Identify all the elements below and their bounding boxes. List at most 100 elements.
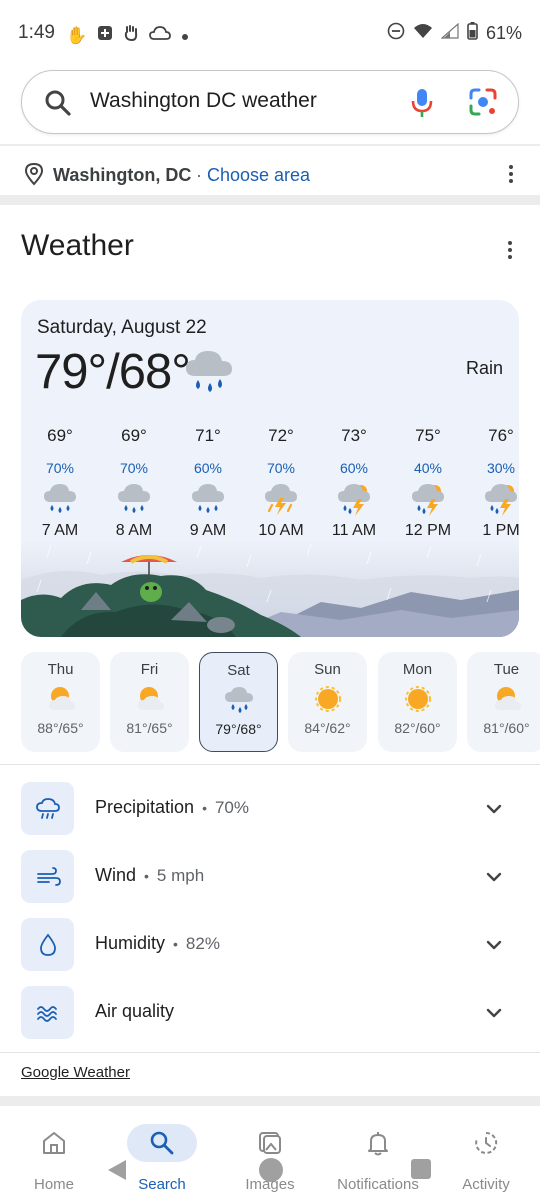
hour-time: 1 PM [482, 522, 519, 539]
thunder-rain-icon [483, 482, 519, 516]
nav-label: Activity [462, 1176, 510, 1193]
chevron-down-icon[interactable] [484, 867, 504, 892]
forecast-date: Saturday, August 22 [37, 317, 207, 338]
search-bar[interactable]: Washington DC weather [21, 70, 519, 134]
hour-forecast[interactable]: 75° 40% 12 PM [391, 426, 465, 540]
divider [0, 764, 540, 765]
hour-time: 8 AM [115, 522, 153, 539]
location-more-icon[interactable] [499, 162, 523, 186]
hour-forecast[interactable]: 71° 60% 9 AM [171, 426, 245, 540]
droplet-icon [21, 918, 74, 971]
status-bar: 1:49 ✋ 61% [0, 0, 540, 64]
cloud-icon [149, 25, 172, 46]
hand-icon: ✋ [66, 25, 88, 45]
rain-icon [190, 482, 226, 516]
wifi-icon [413, 23, 433, 44]
status-time: 1:49 [18, 22, 55, 43]
lens-icon[interactable] [468, 87, 498, 122]
day-forecast-tile[interactable]: Sun 84°/62° [288, 652, 367, 752]
recents-gesture-icon[interactable] [411, 1159, 431, 1179]
day-temps: 82°/60° [394, 720, 441, 736]
day-forecast-tile-selected[interactable]: Sat 79°/68° [199, 652, 278, 752]
day-forecast-tile[interactable]: Fri 81°/65° [110, 652, 189, 752]
separator-dot: • [144, 868, 149, 884]
separator-dot: · [196, 165, 202, 185]
hour-forecast[interactable]: 69° 70% 8 AM [97, 426, 171, 540]
day-name: Sat [227, 662, 250, 679]
day-name: Thu [47, 661, 74, 678]
hour-forecast[interactable]: 73° 60% 11 AM [317, 426, 391, 540]
day-temps: 81°/60° [483, 720, 530, 736]
separator-dot: • [173, 936, 178, 952]
hour-forecast[interactable]: 76° 30% 1 PM [464, 426, 519, 540]
day-temps: 84°/62° [304, 720, 351, 736]
bottom-navigation: Home Search Images Notifications Activit… [0, 1114, 540, 1200]
search-icon[interactable] [44, 89, 72, 122]
rain-icon [42, 482, 78, 516]
mic-icon[interactable] [408, 87, 436, 124]
high-low-temp: 79°/68° [35, 345, 191, 399]
hour-temp: 75° [415, 426, 441, 445]
wind-row[interactable]: Wind • 5 mph [0, 850, 540, 904]
hour-time: 9 AM [189, 522, 227, 539]
day-forecast-tile[interactable]: Thu 88°/65° [21, 652, 100, 752]
battery-icon [467, 22, 478, 45]
nav-activity[interactable]: Activity [432, 1124, 540, 1193]
air-quality-row[interactable]: Air quality [0, 986, 540, 1040]
images-icon [235, 1124, 305, 1162]
chevron-down-icon[interactable] [484, 935, 504, 960]
hour-temp: 72° [268, 426, 294, 445]
hour-temp: 76° [488, 426, 514, 445]
chevron-down-icon[interactable] [484, 799, 504, 824]
day-forecast-tile[interactable]: Mon 82°/60° [378, 652, 457, 752]
hour-forecast[interactable]: 69° 70% 7 AM [23, 426, 97, 540]
day-name: Tue [493, 661, 520, 678]
partly-sunny-icon [134, 684, 166, 714]
day-name: Mon [402, 661, 433, 678]
hour-precip: 40% [413, 460, 443, 476]
detail-label: Wind [95, 865, 137, 885]
battery-percent: 61% [485, 23, 522, 43]
nav-home[interactable]: Home [0, 1124, 108, 1193]
location-pin-icon [24, 162, 44, 191]
detail-label: Air quality [95, 1001, 175, 1021]
chevron-down-icon[interactable] [484, 1003, 504, 1028]
partly-sunny-icon [491, 684, 523, 714]
hour-forecast[interactable]: 72° 70% 10 AM [244, 426, 318, 540]
hour-precip: 30% [486, 460, 516, 476]
hour-time: 10 AM [258, 522, 304, 539]
section-divider [0, 1096, 540, 1106]
weather-card: Saturday, August 22 79°/68° Rain 69° 70%… [21, 300, 519, 637]
section-divider [0, 195, 540, 205]
thunderstorm-icon [263, 482, 299, 516]
status-right-group: 61% [387, 22, 522, 45]
notification-icons: ✋ [66, 24, 189, 47]
day-name: Sun [314, 661, 341, 678]
hour-temp: 71° [195, 426, 221, 445]
back-gesture-icon[interactable] [106, 1158, 130, 1187]
dot-icon [181, 26, 189, 46]
detail-label: Humidity [95, 933, 166, 953]
hour-precip: 70% [266, 460, 296, 476]
day-forecast-tile[interactable]: Tue 81°/60° [467, 652, 540, 752]
hour-temp: 69° [47, 426, 73, 445]
detail-value: 5 mph [156, 866, 205, 885]
detail-value: 70% [214, 798, 249, 817]
weather-title: Weather [21, 229, 134, 262]
precipitation-row[interactable]: Precipitation • 70% [0, 782, 540, 836]
separator-dot: • [202, 800, 207, 816]
home-gesture-icon[interactable] [259, 1158, 283, 1182]
hour-time: 7 AM [41, 522, 79, 539]
choose-area-link[interactable]: Choose area [207, 165, 310, 186]
detail-label: Precipitation [95, 797, 195, 817]
thunder-rain-icon [336, 482, 372, 516]
humidity-row[interactable]: Humidity • 82% [0, 918, 540, 972]
plus-badge-icon [97, 25, 113, 46]
hour-precip: 70% [45, 460, 75, 476]
search-input[interactable]: Washington DC weather [90, 89, 317, 113]
hour-precip: 60% [193, 460, 223, 476]
google-weather-link[interactable]: Google Weather [21, 1064, 130, 1081]
day-temps: 79°/68° [215, 721, 262, 737]
hour-time: 12 PM [404, 522, 452, 539]
weather-more-icon[interactable] [498, 238, 522, 262]
